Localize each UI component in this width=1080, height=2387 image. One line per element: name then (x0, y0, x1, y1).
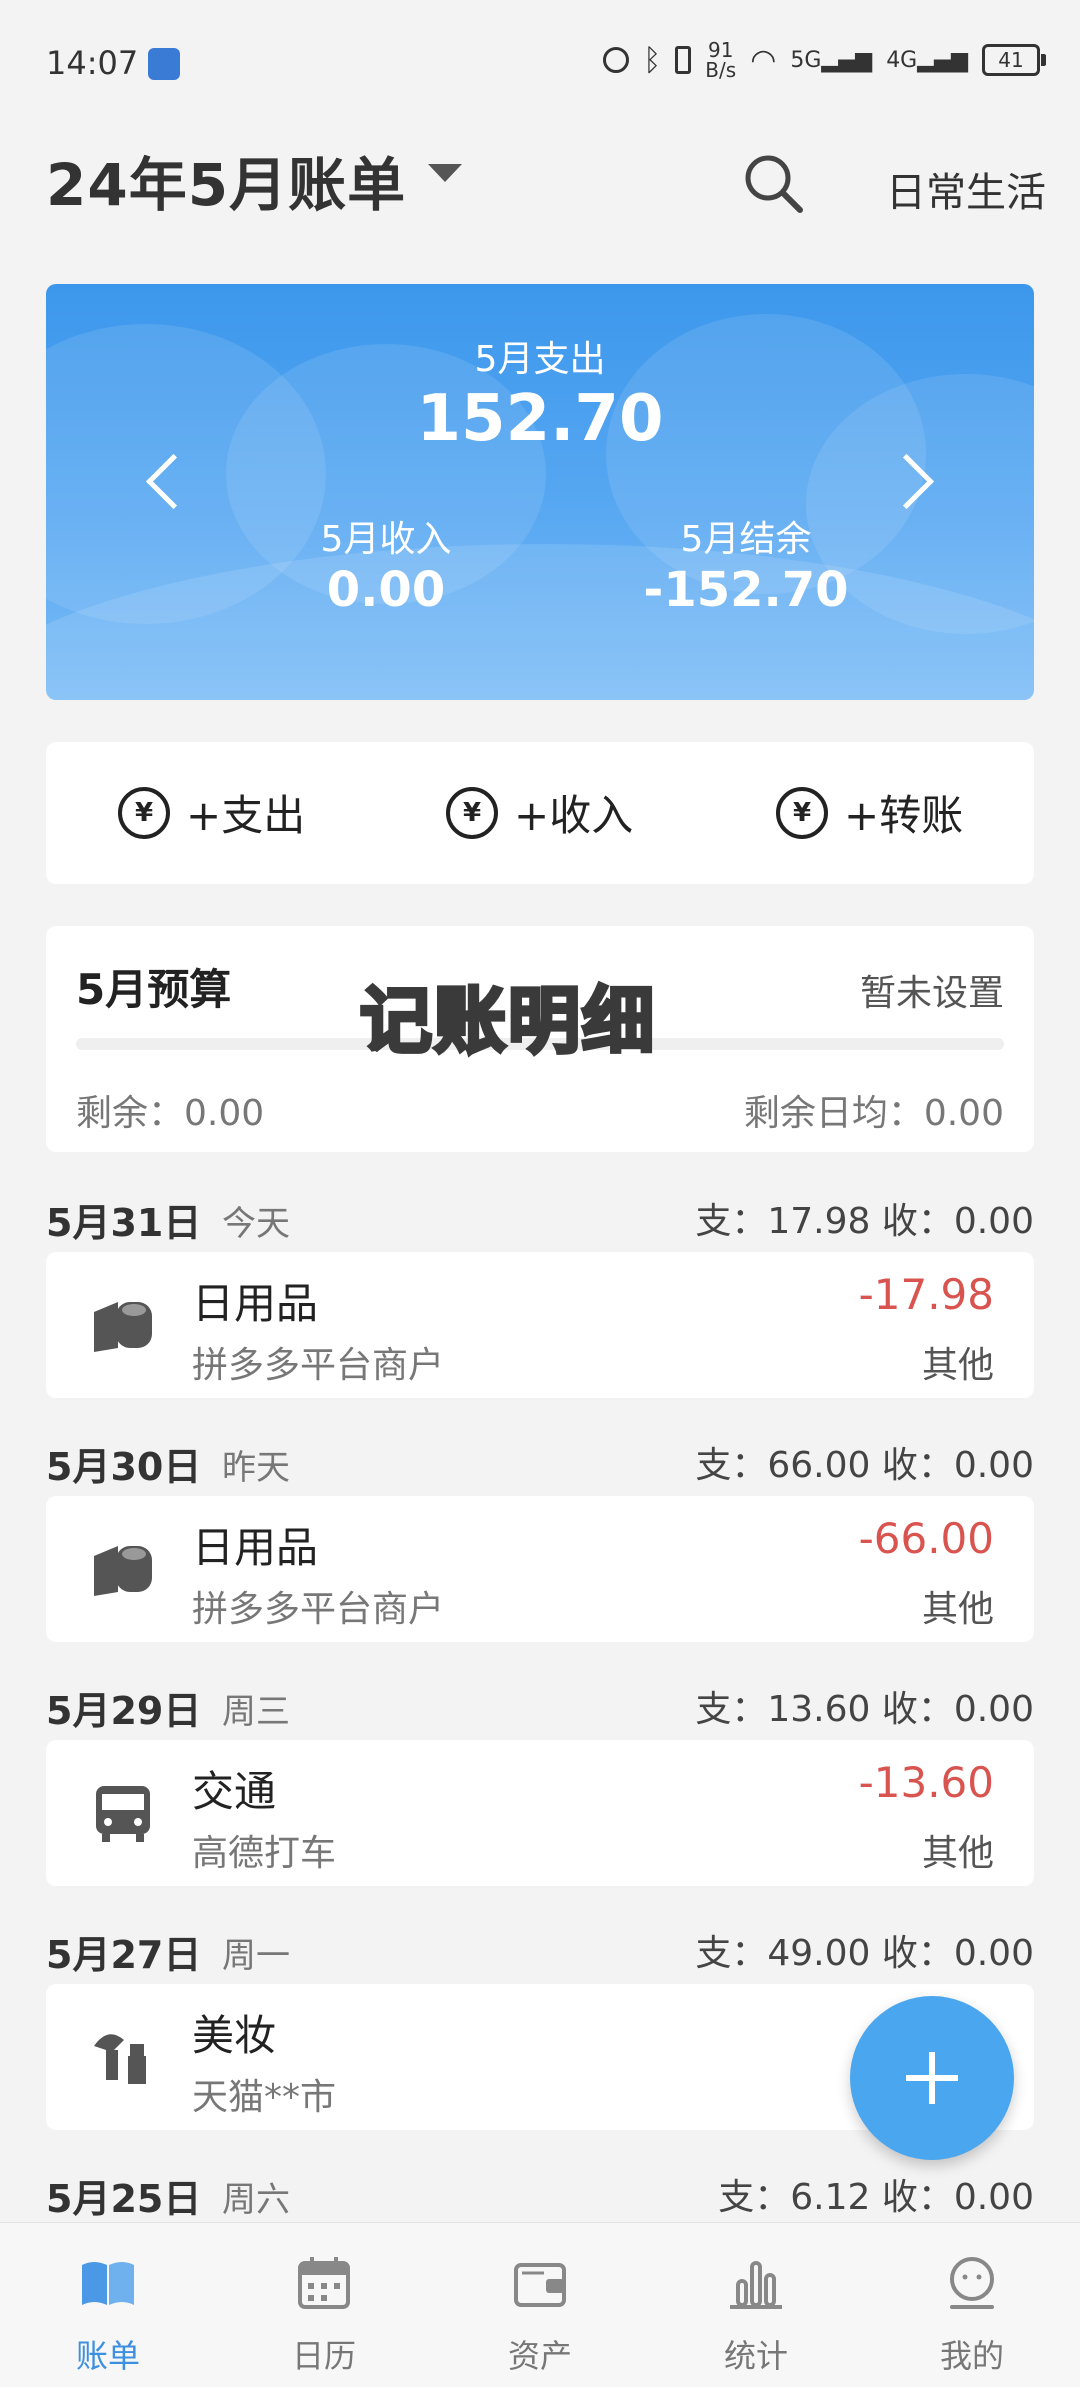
day-header: 5月25日 周六 支：6.12 收：0.00 (46, 2168, 1034, 2228)
signal-5g-icon: 5G▂▄▆ (790, 47, 873, 73)
alarm-icon (603, 47, 630, 73)
day-header: 5月27日 周一 支：49.00 收：0.00 (46, 1924, 1034, 1984)
transfer-icon: ¥ (776, 786, 828, 839)
add-transfer-label: +转账 (844, 791, 964, 840)
day-summary: 支：66.00 收：0.00 (695, 1445, 1034, 1486)
wifi-icon: ◠ (750, 42, 777, 78)
search-icon (745, 155, 803, 213)
profile-icon (950, 2257, 994, 2309)
balance-total: -152.70 (643, 562, 849, 618)
toilet-paper-icon (94, 1302, 152, 1352)
status-icons: ᛒ 91 B/s ◠ 5G▂▄▆ 4G▂▄▆ 41 (603, 40, 1046, 80)
budget-title: 5月预算 (76, 965, 232, 1014)
day-relative: 周一 (222, 1936, 290, 1976)
tab-label: 统计 (723, 2337, 788, 2375)
day-relative: 周三 (222, 1692, 290, 1732)
quick-actions: ¥ +支出 ¥ +收入 ¥ +转账 (46, 742, 1034, 884)
day-summary: 支：49.00 收：0.00 (695, 1933, 1034, 1974)
bluetooth-icon: ᛒ (643, 42, 662, 78)
income-label: 5月收入 (320, 519, 452, 560)
transaction-row[interactable]: 日用品 拼多多平台商户 -17.98 其他 (46, 1252, 1034, 1398)
add-income-label: +收入 (514, 791, 634, 840)
toilet-paper-icon (94, 1546, 152, 1596)
transaction-merchant: 天猫**市 (192, 2077, 337, 2118)
add-record-button[interactable] (850, 1996, 1014, 2160)
battery-icon: 41 (982, 44, 1046, 76)
transaction-row[interactable]: 交通 高德打车 -13.60 其他 (46, 1740, 1034, 1886)
day-relative: 今天 (222, 1204, 290, 1244)
transaction-merchant: 拼多多平台商户 (192, 1345, 445, 1386)
bus-icon (96, 1786, 150, 1842)
search-button[interactable] (738, 148, 808, 218)
budget-status[interactable]: 暂未设置 (860, 964, 1004, 1016)
tab-calendar[interactable]: 日历 (216, 2223, 432, 2387)
wallet-icon (514, 2263, 566, 2307)
signal-4g-icon: 4G▂▄▆ (886, 47, 968, 73)
add-expense-label: +支出 (186, 791, 306, 840)
chevron-down-icon[interactable] (428, 164, 462, 182)
monthly-summary-card: 5月支出 152.70 5月收入 0.00 5月结余 -152.70 (46, 284, 1034, 700)
transaction-amount: -13.60 (858, 1758, 994, 1807)
tab-assets[interactable]: 资产 (432, 2223, 648, 2387)
day-summary: 支：6.12 收：0.00 (718, 2177, 1034, 2218)
income-total: 0.00 (326, 562, 446, 618)
page-title[interactable]: 24年5月账单 (46, 138, 406, 222)
transaction-category: 交通 (192, 1767, 277, 1816)
network-speed: 91 B/s (705, 40, 736, 80)
add-income-button[interactable]: ¥ +收入 (446, 782, 633, 843)
tab-bills[interactable]: 账单 (0, 2223, 216, 2387)
transaction-category: 美妆 (192, 2011, 277, 2060)
day-header: 5月31日 今天 支：17.98 收：0.00 (46, 1192, 1034, 1252)
net-speed-unit: B/s (705, 58, 737, 82)
expense-label: 5月支出 (474, 339, 606, 380)
transaction-category: 日用品 (192, 1279, 319, 1328)
tab-label: 账单 (75, 2337, 140, 2375)
transaction-account: 其他 (921, 1589, 994, 1630)
yen-out-icon: ¥ (118, 786, 170, 839)
day-date: 5月29日 (46, 1689, 202, 1733)
add-transfer-button[interactable]: ¥ +转账 (776, 782, 963, 843)
tab-profile[interactable]: 我的 (864, 2223, 1080, 2387)
tab-statistics[interactable]: 统计 (648, 2223, 864, 2387)
transaction-amount: -66.00 (858, 1514, 994, 1563)
transaction-amount: -17.98 (858, 1270, 994, 1319)
transaction-account: 其他 (921, 1833, 994, 1874)
cosmetics-icon (94, 2034, 146, 2084)
day-summary: 支：17.98 收：0.00 (695, 1201, 1034, 1242)
day-relative: 周六 (222, 2180, 290, 2220)
bottom-tab-bar: 账单 日历 资产 统计 我的 (0, 2222, 1080, 2387)
day-relative: 昨天 (222, 1448, 290, 1488)
day-date: 5月27日 (46, 1933, 202, 1977)
ledger-book-switch[interactable]: 日常生活 (886, 160, 1046, 218)
budget-daily-remaining: 剩余日均：0.00 (743, 1093, 1004, 1134)
budget-remaining: 剩余：0.00 (76, 1093, 265, 1134)
vibrate-icon (675, 46, 692, 74)
transaction-row[interactable]: 日用品 拼多多平台商户 -66.00 其他 (46, 1496, 1034, 1642)
day-date: 5月30日 (46, 1445, 202, 1489)
add-expense-button[interactable]: ¥ +支出 (118, 782, 305, 843)
tab-label: 日历 (291, 2337, 356, 2375)
tab-label: 我的 (939, 2337, 1004, 2375)
balance-label: 5月结余 (680, 519, 812, 560)
chart-icon (730, 2261, 782, 2309)
app-notification-icon (148, 48, 180, 80)
day-date: 5月25日 (46, 2177, 202, 2221)
transaction-account: 其他 (921, 1345, 994, 1386)
day-header: 5月30日 昨天 支：66.00 收：0.00 (46, 1436, 1034, 1496)
day-date: 5月31日 (46, 1201, 202, 1245)
expense-total: 152.70 (416, 382, 664, 456)
overlay-caption: 记账明细 (358, 977, 657, 1065)
status-time: 14:07 (46, 44, 139, 82)
calendar-icon (298, 2257, 350, 2309)
book-icon (82, 2262, 134, 2305)
transaction-merchant: 拼多多平台商户 (192, 1589, 445, 1630)
day-summary: 支：13.60 收：0.00 (695, 1689, 1034, 1730)
day-header: 5月29日 周三 支：13.60 收：0.00 (46, 1680, 1034, 1740)
transaction-merchant: 高德打车 (192, 1833, 337, 1874)
tab-label: 资产 (507, 2337, 572, 2375)
transaction-category: 日用品 (192, 1523, 319, 1572)
money-bag-icon: ¥ (446, 786, 498, 839)
